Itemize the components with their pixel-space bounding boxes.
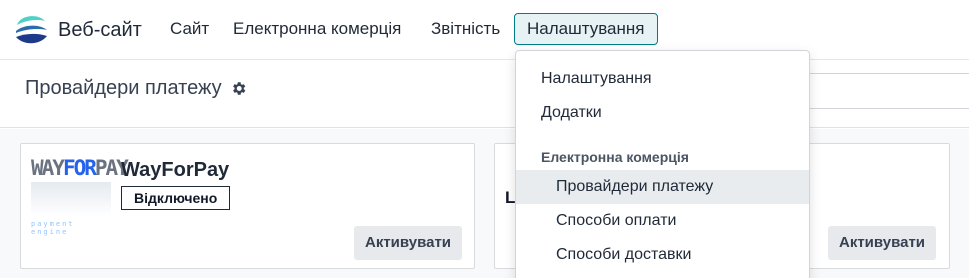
dropdown-item-payment-methods[interactable]: Способи оплати <box>516 204 809 238</box>
menu-reporting[interactable]: Звітність <box>431 13 500 45</box>
activate-button[interactable]: Активувати <box>354 226 463 260</box>
app-name: Веб-сайт <box>58 19 142 41</box>
dropdown-item-shipping-methods[interactable]: Способи доставки <box>516 238 809 272</box>
dropdown-section-header: Електронна комерція <box>541 149 689 165</box>
search-panel[interactable] <box>808 73 969 109</box>
provider-logo-partial: L <box>505 188 516 207</box>
page-title-text: Провайдери платежу <box>25 77 222 99</box>
dropdown-item-apps[interactable]: Додатки <box>516 96 809 130</box>
menu-ecommerce[interactable]: Електронна комерція <box>233 13 401 45</box>
app-brand[interactable]: Веб-сайт <box>14 11 142 49</box>
provider-logo-subtitle: payment engine <box>31 220 75 236</box>
status-badge: Відключено <box>121 186 231 210</box>
menu-site[interactable]: Сайт <box>170 13 209 45</box>
top-navbar: Веб-сайт Сайт Електронна комерція Звітні… <box>0 0 969 60</box>
kanban-view: WAYFORPAY payment engine WayForPay Відкл… <box>0 129 969 278</box>
control-panel: Провайдери платежу <box>0 60 969 128</box>
dropdown-item-settings[interactable]: Налаштування <box>516 62 809 96</box>
menu-configuration[interactable]: Налаштування <box>514 13 658 45</box>
gear-icon[interactable] <box>230 80 247 97</box>
page: Веб-сайт Сайт Електронна комерція Звітні… <box>0 0 969 278</box>
provider-card[interactable]: WAYFORPAY payment engine WayForPay Відкл… <box>20 143 475 269</box>
website-app-icon <box>14 11 48 49</box>
activate-button[interactable]: Активувати <box>828 226 937 260</box>
page-title: Провайдери платежу <box>25 77 247 100</box>
provider-logo-word: WAYFORPAY <box>31 156 129 180</box>
configuration-dropdown: Налаштування Додатки Електронна комерція… <box>515 50 810 278</box>
provider-logo: WAYFORPAY payment engine <box>31 154 129 238</box>
provider-logo-reflection <box>31 182 111 216</box>
dropdown-item-payment-providers[interactable]: Провайдери платежу <box>516 170 809 204</box>
provider-name: WayForPay <box>121 159 230 181</box>
